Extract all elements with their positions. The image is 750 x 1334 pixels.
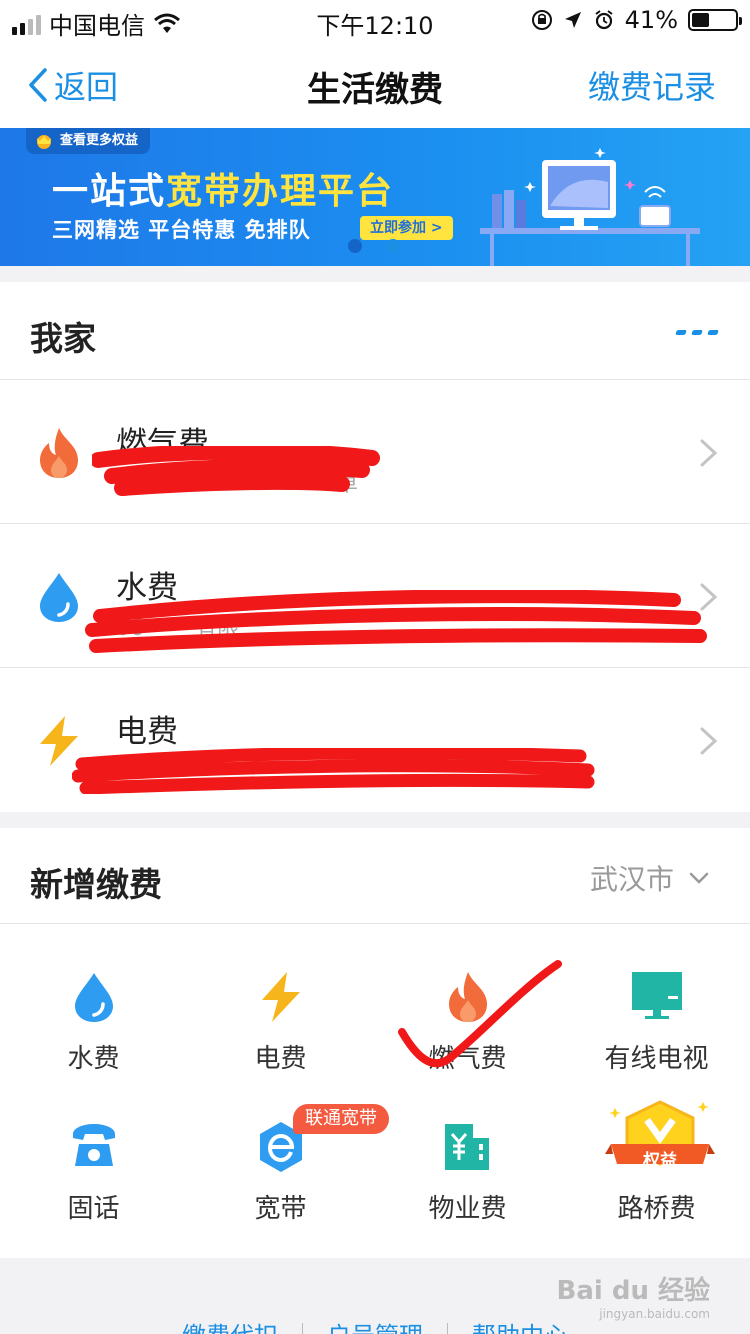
city-label: 武汉市 [589,863,674,896]
computer-desk-illustration [480,148,700,266]
banner-tag-label: 查看更多权益 [60,133,139,148]
bill-row-water[interactable]: 水费 06**** 有限 [0,524,750,668]
bill-account: 卓 [336,472,359,497]
promo-banner[interactable]: 查看更多权益 一站式宽带办理平台 三网精选 平台特惠 免排队 立即参加 > [0,128,750,266]
water-drop-icon [40,573,78,622]
bill-name: 水费 [116,570,178,606]
payment-type-grid: 水费 电费 燃气费 有线电视 固话 宽带 物业费 权益 路桥费 联通宽带 [0,924,750,1258]
banner-tag[interactable]: 查看更多权益 [26,128,151,154]
my-home-card: 我家 燃气费 卓 水费 06**** 有限 电费 [0,282,750,812]
payment-type-label: 路桥费 [617,1194,696,1224]
divider [302,1322,303,1334]
my-home-title: 我家 [30,319,96,358]
payment-type-landline[interactable]: 固话 [0,1120,187,1270]
redaction-scribble [72,748,595,794]
my-home-header: 我家 [0,282,750,380]
chevron-right-icon [700,727,718,755]
footer: Bai du 经验 jingyan.baidu.com 缴费代扣 户号管理 帮助… [0,1258,750,1334]
location-arrow-icon [564,12,581,28]
payment-type-label: 电费 [254,1044,307,1074]
chevron-left-icon [29,68,47,102]
lightning-icon [262,972,300,1022]
footer-links: 缴费代扣 户号管理 帮助中心 [0,1316,750,1334]
payment-type-label: 燃气费 [428,1044,507,1074]
banner-dot-2[interactable] [386,239,400,253]
rights-badge: 权益 [643,1151,677,1171]
chevron-right-icon [700,439,718,467]
bill-name: 燃气费 [116,426,209,462]
footer-link-help-center[interactable]: 帮助中心 [472,1316,568,1334]
flame-icon [40,428,78,478]
payment-type-water[interactable]: 水费 [0,970,187,1120]
banner-dot-1[interactable] [348,239,362,253]
water-drop-icon [75,973,113,1022]
phone-icon [73,1124,115,1166]
orientation-lock-icon [531,10,552,30]
payment-type-label: 固话 [67,1194,120,1224]
payment-type-label: 水费 [67,1044,120,1074]
payment-type-property[interactable]: 物业费 [374,1120,561,1270]
footer-link-auto-debit[interactable]: 缴费代扣 [182,1316,278,1334]
bill-row-electricity[interactable]: 电费 [0,668,750,812]
bill-row-gas[interactable]: 燃气费 卓 [0,380,750,524]
payment-type-gas[interactable]: 燃气费 [374,970,561,1120]
divider [447,1322,448,1334]
payment-type-label: 有线电视 [604,1044,709,1074]
new-payment-header: 新增缴费 武汉市 [0,828,750,924]
road-bridge-icon [605,1100,715,1166]
baidu-watermark: Bai du 经验 jingyan.baidu.com [557,1270,711,1321]
building-icon [445,1124,489,1170]
more-options-icon[interactable] [675,330,719,335]
footer-link-account-management[interactable]: 户号管理 [327,1316,423,1334]
banner-title: 一站式宽带办理平台 [52,162,394,214]
city-selector[interactable]: 武汉市 [590,858,710,898]
battery-percent: 41% [624,6,678,34]
nav-bar: 返回 生活缴费 缴费记录 [0,40,750,128]
flame-icon [449,972,487,1022]
lightning-icon [40,716,78,766]
payment-type-electricity[interactable]: 电费 [187,970,374,1120]
payment-type-label: 物业费 [428,1194,507,1224]
bill-account: 06**** 有限 [116,616,239,641]
banner-title-prefix: 一站式 [52,171,167,212]
chevron-right-icon [700,583,718,611]
watermark-brand: Bai du 经验 [556,1276,711,1306]
crown-icon [37,135,51,149]
battery-icon [688,9,742,31]
payment-type-road-bridge[interactable]: 权益 路桥费 [563,1100,750,1270]
status-bar: 中国电信 下午12:10 41% [0,0,750,40]
banner-join-button[interactable]: 立即参加 > [360,216,453,240]
tv-icon [632,972,682,1019]
payment-type-broadband[interactable]: 宽带 [187,1120,374,1270]
promo-badge: 联通宽带 [293,1104,389,1134]
alarm-icon [595,10,613,30]
back-label: 返回 [54,68,119,106]
status-right: 41% [531,6,742,34]
new-payment-title: 新增缴费 [30,865,162,904]
bill-name: 电费 [116,714,178,750]
chevron-down-icon [689,872,709,884]
new-payment-card: 新增缴费 武汉市 水费 电费 燃气费 有线电视 固话 宽带 物业费 权益 路桥费… [0,828,750,1258]
banner-subtitle: 三网精选 平台特惠 免排队 [52,218,311,242]
banner-title-highlight: 宽带办理平台 [166,171,395,212]
payment-record-button[interactable]: 缴费记录 [588,62,716,108]
back-button[interactable]: 返回 [28,62,118,108]
payment-type-label: 宽带 [254,1194,307,1224]
